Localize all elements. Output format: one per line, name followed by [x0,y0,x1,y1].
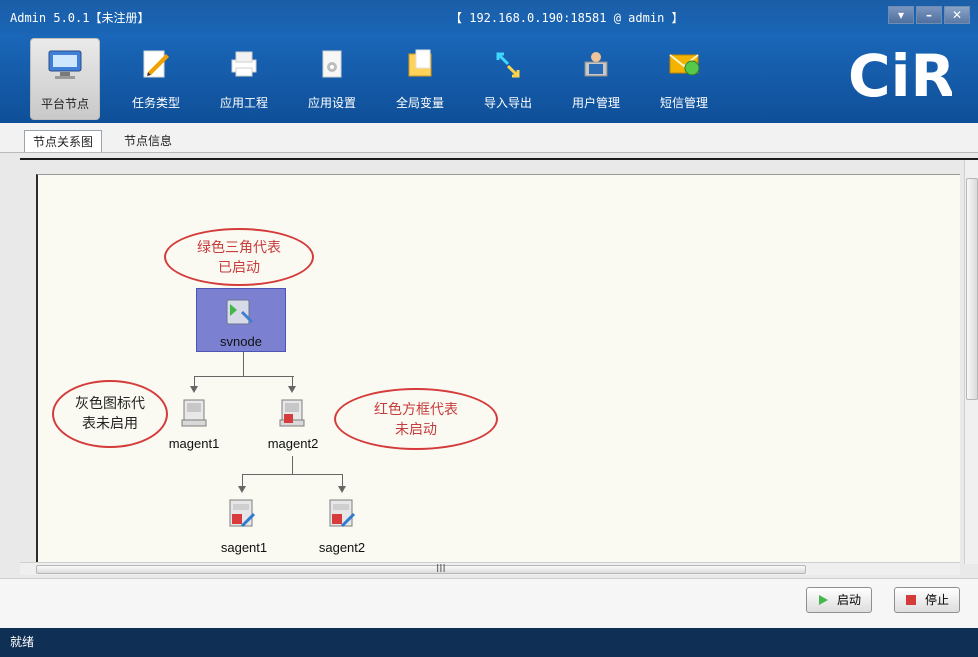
user-management-icon [584,52,608,77]
agent-node-icon [329,499,356,528]
start-label: 启动 [837,593,862,607]
minimize-button[interactable]: – [916,6,942,24]
connector-line [243,352,244,376]
server-node-icon [226,299,254,325]
window-controls: ▾ – ✕ [888,6,970,24]
node-label: sagent1 [220,540,268,555]
callout-started: 绿色三角代表 已启动 [164,228,314,286]
node-graph-canvas [36,174,960,572]
node-label: svnode [220,334,262,349]
connector-line [342,474,343,486]
node-label: magent2 [267,436,319,451]
svg-text:CiR: CiR [848,42,952,110]
title-toolbar-region: Admin 5.0.1【未注册】 【 192.168.0.190:18581 @… [0,0,978,123]
computer-node-icon [181,399,207,427]
arrow-head [288,386,296,393]
toolbar-label: 平台节点 [40,97,89,111]
toolbar-user-management[interactable]: 用户管理 [552,38,640,120]
arrow-head [190,386,198,393]
toolbar-app-projects[interactable]: 应用工程 [200,38,288,120]
node-graph-panel [20,158,978,572]
tab-node-graph[interactable]: 节点关系图 [24,130,103,152]
toolbar-task-types[interactable]: 任务类型 [112,38,200,120]
edit-document-icon [143,50,169,78]
vertical-scroll-thumb[interactable] [966,178,978,400]
action-bar: 启动 停止 [0,578,978,628]
callout-not-started: 红色方框代表 未启动 [334,388,498,450]
toolbar-label: 应用设置 [307,96,356,110]
close-button[interactable]: ✕ [944,6,970,24]
stop-label: 停止 [925,593,950,607]
connector-line [242,474,243,486]
dropdown-button[interactable]: ▾ [888,6,914,24]
printer-icon [231,51,257,77]
monitor-icon [48,50,82,79]
toolbar-import-export[interactable]: 导入导出 [464,38,552,120]
toolbar-app-settings[interactable]: 应用设置 [288,38,376,120]
folder-document-icon [408,49,432,77]
app-title: Admin 5.0.1【未注册】 [10,11,150,25]
toolbar-label: 导入导出 [483,96,532,110]
connector-line [292,456,293,474]
connector-line [194,376,294,377]
start-button[interactable]: 启动 [806,587,873,613]
toolbar-label: 任务类型 [131,96,180,110]
horizontal-scroll-thumb[interactable] [36,565,806,574]
vertical-scrollbar[interactable] [964,160,978,564]
stop-icon [906,595,916,605]
toolbar-label: 应用工程 [219,96,268,110]
arrow-head [238,486,246,493]
tab-strip: 节点关系图 节点信息 [0,123,978,153]
callout-disabled: 灰色图标代 表未启用 [52,380,168,448]
toolbar-platform-nodes[interactable]: 平台节点 [30,38,100,120]
scroll-grip: III [436,562,446,575]
toolbar-label: 全局变量 [395,96,444,110]
horizontal-scrollbar[interactable]: III [20,562,960,575]
toolbar-label: 用户管理 [571,96,620,110]
status-bar: 就绪 [0,628,978,657]
connector-line [292,376,293,386]
toolbar-label: 短信管理 [659,96,708,110]
settings-document-icon [322,50,342,78]
node-label: magent1 [168,436,220,451]
agent-node-icon [229,499,256,528]
connection-info: 【 192.168.0.190:18581 @ admin 】 [450,11,684,25]
arrow-head [338,486,346,493]
play-icon [819,595,828,605]
cir-logo: CiR [848,42,952,110]
computer-node-icon-stopped [279,399,305,427]
connector-line [242,474,343,475]
main-toolbar: 平台节点 任务类型 应用工程 应用设置 全局变量 导入导出 用户管理 短信管理 [30,38,728,120]
import-export-icon [496,52,520,78]
toolbar-sms-management[interactable]: 短信管理 [640,38,728,120]
tab-node-info[interactable]: 节点信息 [116,130,180,152]
node-label: sagent2 [318,540,366,555]
toolbar-global-variables[interactable]: 全局变量 [376,38,464,120]
stop-button[interactable]: 停止 [894,587,961,613]
status-text: 就绪 [10,635,35,649]
sms-envelope-icon [669,54,700,76]
connector-line [194,376,195,386]
